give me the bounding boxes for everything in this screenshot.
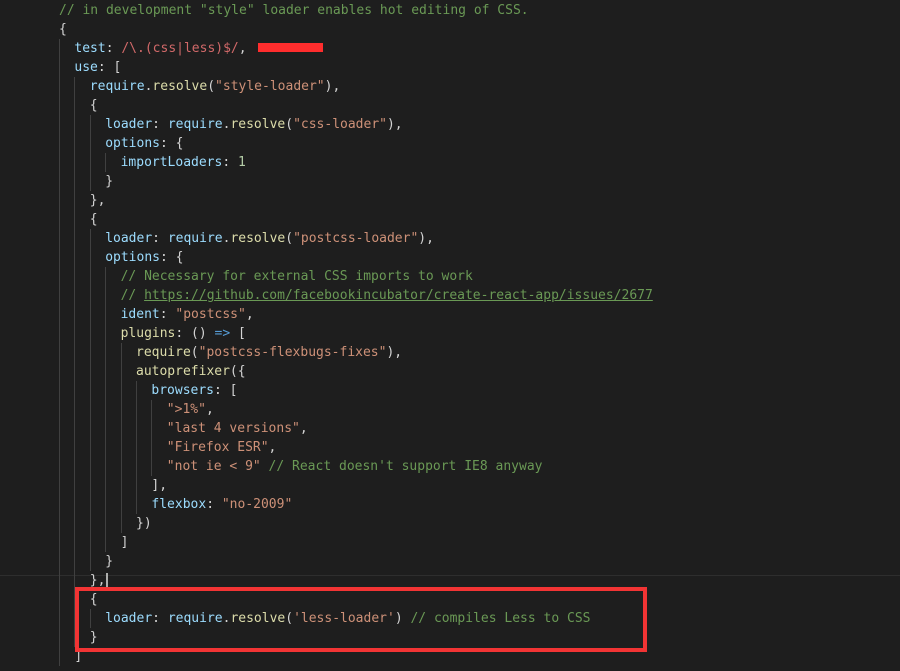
function-token: resolve <box>230 231 286 246</box>
string-token: "css-loader" <box>293 117 387 132</box>
string-token: "Firefox ESR" <box>166 440 269 455</box>
function-token: plugins <box>120 326 176 341</box>
punctuation-token: { <box>89 212 98 227</box>
punctuation-token: ] <box>120 535 129 550</box>
punctuation-token: : <box>159 307 176 322</box>
number-token: 1 <box>238 155 246 170</box>
punctuation-token: : [ <box>214 383 238 398</box>
punctuation-token: ( <box>285 117 294 132</box>
punctuation-token: }) <box>136 516 152 531</box>
keyword-token: => <box>214 326 231 341</box>
property-token: ident <box>120 307 160 322</box>
punctuation-token: { <box>89 98 98 113</box>
string-token: "postcss-loader" <box>293 231 419 246</box>
function-token: resolve <box>152 79 208 94</box>
indent-guide <box>105 153 106 172</box>
punctuation-token: [ <box>230 326 246 341</box>
punctuation-token: : <box>152 231 168 246</box>
string-token: "not ie < 9" <box>166 459 261 474</box>
indent-guide <box>121 343 122 533</box>
punctuation-token: ( <box>285 231 294 246</box>
line-separator <box>0 575 900 576</box>
punctuation-token: , <box>205 402 214 417</box>
punctuation-token: : [ <box>97 60 122 75</box>
annotation-highlight-box <box>75 587 647 652</box>
punctuation-token: ), <box>386 345 403 360</box>
comment-token: // <box>120 288 145 303</box>
code-editor[interactable]: // in development "style" loader enables… <box>0 0 900 671</box>
punctuation-token: : <box>152 117 168 132</box>
function-token: resolve <box>230 117 286 132</box>
punctuation-token: ), <box>324 79 341 94</box>
function-token: require <box>136 345 191 360</box>
string-token: "postcss-flexbugs-fixes" <box>198 345 387 360</box>
property-token: options <box>105 250 160 265</box>
regex-token: /\.(css|less)$/ <box>121 41 239 56</box>
indent-guide <box>136 381 137 514</box>
indent-guide <box>105 267 106 552</box>
punctuation-token: : () <box>175 326 215 341</box>
property-token: browsers <box>151 383 215 398</box>
indent-guide <box>90 229 91 571</box>
property-token: test <box>74 41 106 56</box>
punctuation-token: ({ <box>229 364 246 379</box>
punctuation-token: ), <box>418 231 434 246</box>
punctuation-token: }, <box>89 573 106 588</box>
punctuation-token: ( <box>207 79 216 94</box>
property-token: loader <box>105 117 153 132</box>
punctuation-token: , <box>268 440 277 455</box>
property-token: require <box>167 117 223 132</box>
link-token[interactable]: https://github.com/facebookincubator/cre… <box>144 288 653 303</box>
punctuation-token: , <box>238 41 247 56</box>
punctuation-token: { <box>59 22 67 37</box>
indent-guide <box>74 77 75 647</box>
punctuation-token: ( <box>190 345 199 360</box>
redaction-mark <box>258 43 323 52</box>
indent-guide <box>90 115 91 191</box>
punctuation-token: ], <box>151 478 168 493</box>
punctuation-token: }, <box>89 193 106 208</box>
punctuation-token: ), <box>386 117 403 132</box>
punctuation-token: , <box>245 307 254 322</box>
indent-guide <box>151 400 152 476</box>
punctuation-token: : { <box>159 136 184 151</box>
property-token: require <box>89 79 145 94</box>
string-token: "last 4 versions" <box>166 421 300 436</box>
string-token: "no-2009" <box>221 497 293 512</box>
function-token: autoprefixer <box>136 364 230 379</box>
indent-guide <box>59 39 60 666</box>
property-token: importLoaders <box>120 155 223 170</box>
punctuation-token: , <box>299 421 308 436</box>
punctuation-token <box>261 459 269 474</box>
punctuation-token: : { <box>159 250 184 265</box>
string-token: "postcss" <box>175 307 246 322</box>
punctuation-token: } <box>105 174 114 189</box>
property-token: use <box>74 60 98 75</box>
punctuation-token: : <box>206 497 222 512</box>
comment-token: // in development "style" loader enables… <box>59 3 529 18</box>
property-token: options <box>105 136 160 151</box>
punctuation-token: : <box>105 41 122 56</box>
property-token: flexbox <box>151 497 207 512</box>
string-token: "style-loader" <box>215 79 325 94</box>
punctuation-token: : <box>222 155 238 170</box>
comment-token: // Necessary for external CSS imports to… <box>120 269 473 284</box>
property-token: require <box>167 231 223 246</box>
property-token: loader <box>105 231 153 246</box>
comment-token: // React doesn't support IE8 anyway <box>268 459 543 474</box>
string-token: ">1%" <box>166 402 206 417</box>
punctuation-token: } <box>105 554 114 569</box>
